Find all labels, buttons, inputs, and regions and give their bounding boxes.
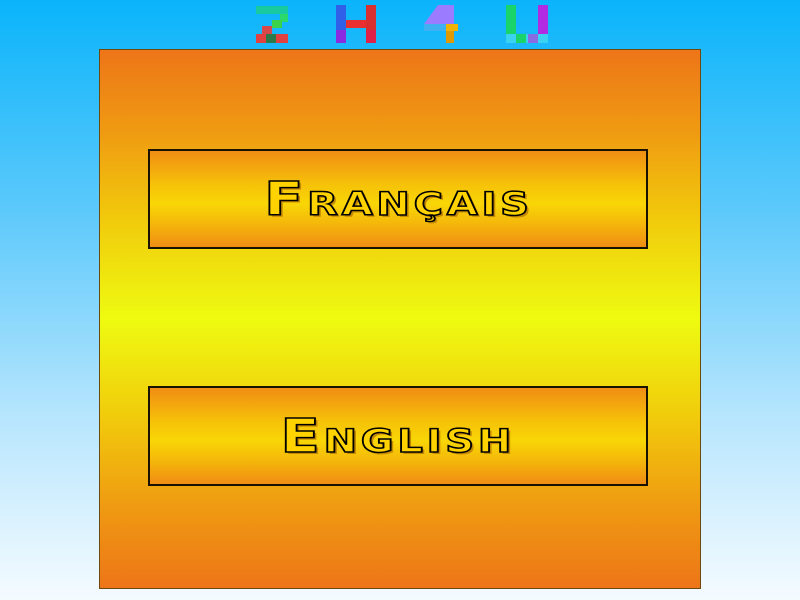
english-label: English	[280, 408, 516, 464]
logo-char-4	[424, 5, 458, 43]
english-button[interactable]: English	[148, 386, 648, 486]
french-button[interactable]: Français	[148, 149, 648, 249]
game-logo	[0, 0, 800, 50]
logo-char-h	[336, 5, 376, 43]
logo-graphic	[256, 5, 548, 43]
logo-char-2	[256, 6, 288, 43]
logo-char-u	[506, 5, 548, 43]
language-panel: Français English	[99, 49, 701, 589]
french-label: Français	[263, 171, 533, 227]
